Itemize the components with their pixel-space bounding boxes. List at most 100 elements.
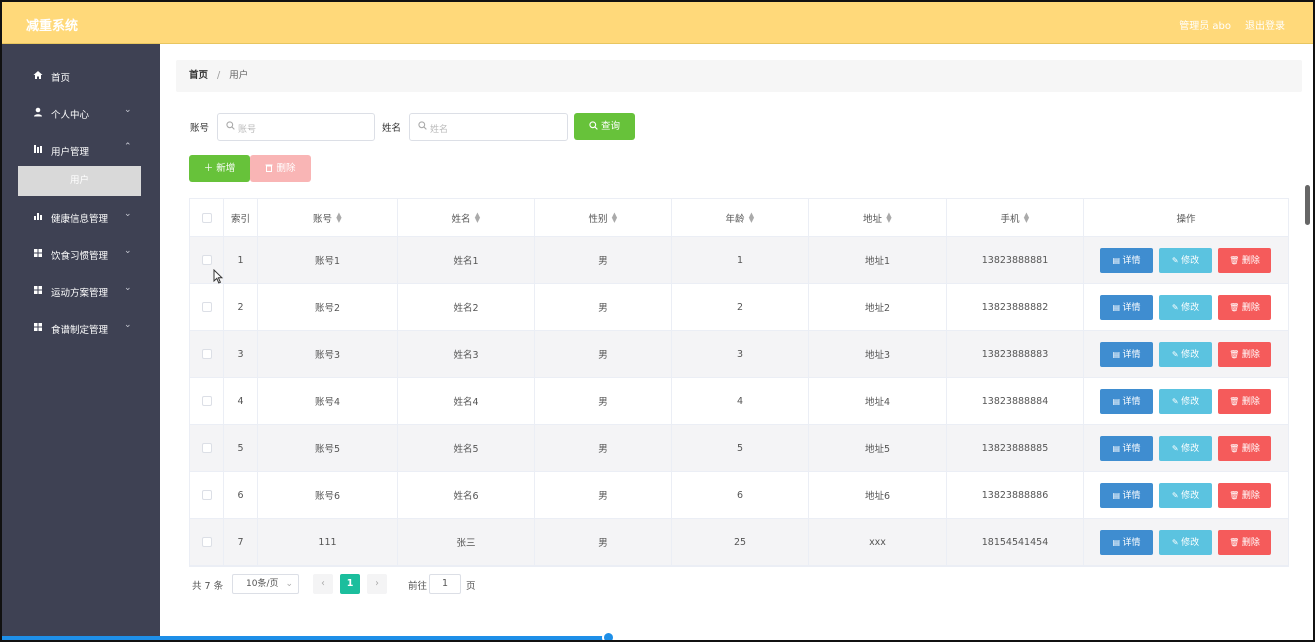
name-search-input[interactable]: 姓名 (409, 113, 568, 141)
checkbox[interactable] (201, 537, 212, 547)
sort-icon[interactable]: ▲ ▼ (749, 211, 755, 223)
edit-button[interactable]: ✎ 修改 (1159, 248, 1212, 273)
sort-icon[interactable]: ▲ ▼ (475, 211, 481, 223)
pencil-icon: ✎ (1171, 256, 1182, 265)
row-name: 姓名6 (398, 472, 535, 518)
row-name: 姓名4 (398, 378, 535, 424)
detail-button[interactable]: ▤ 详情 (1100, 530, 1153, 555)
prev-page-button[interactable]: ‹ (313, 574, 333, 594)
row-actions: ▤ 详情 ✎ 修改 🗑 删除 (1084, 237, 1288, 283)
header-index: 索引 (224, 199, 258, 236)
edit-button[interactable]: ✎ 修改 (1159, 436, 1212, 461)
row-select[interactable] (190, 472, 224, 518)
delete-button[interactable]: 🗑 删除 (1218, 530, 1271, 555)
row-gender: 男 (535, 519, 672, 565)
sort-icon[interactable]: ▲ ▼ (336, 211, 342, 223)
sort-icon[interactable]: ▲ ▼ (612, 211, 618, 223)
sidebar-item-profile[interactable]: 个人中心 ⌄ (2, 103, 160, 123)
edit-button[interactable]: ✎ 修改 (1159, 389, 1212, 414)
goto-suffix: 页 (466, 581, 476, 592)
sidebar-item-exercise-plan[interactable]: 运动方案管理 ⌄ (2, 281, 160, 301)
sidebar-item-home[interactable]: 首页 (2, 66, 160, 86)
document-icon: ▤ (1112, 397, 1123, 406)
grid-icon (33, 248, 43, 258)
delete-button[interactable]: 🗑 删除 (1218, 295, 1271, 320)
detail-button[interactable]: ▤ 详情 (1100, 483, 1153, 508)
row-phone: 18154541454 (947, 519, 1084, 565)
header-gender[interactable]: 性别 ▲ ▼ (535, 199, 672, 236)
edit-button[interactable]: ✎ 修改 (1159, 483, 1212, 508)
sidebar-subitem-users[interactable]: 用户 (18, 166, 141, 196)
batch-delete-button[interactable]: 删除 (250, 155, 311, 182)
next-page-button[interactable]: › (367, 574, 387, 594)
trash-icon: 🗑 (1229, 303, 1242, 312)
row-select[interactable] (190, 425, 224, 471)
row-select[interactable] (190, 331, 224, 377)
document-icon: ▤ (1112, 256, 1123, 265)
detail-button[interactable]: ▤ 详情 (1100, 436, 1153, 461)
row-select[interactable] (190, 284, 224, 330)
edit-button[interactable]: ✎ 修改 (1159, 342, 1212, 367)
table-row: 3 账号3 姓名3 男 3 地址3 13823888883 ▤ 详情 ✎ 修改 🗑 删除 (190, 331, 1288, 378)
checkbox[interactable] (201, 302, 212, 312)
query-button[interactable]: 查询 (574, 113, 635, 140)
logout-link[interactable]: 退出登录 (1245, 17, 1285, 32)
document-icon: ▤ (1112, 303, 1123, 312)
checkbox[interactable] (201, 255, 212, 265)
goto-page-input[interactable]: 1 (429, 574, 461, 594)
row-select[interactable] (190, 519, 224, 565)
account-search-input[interactable]: 账号 (217, 113, 375, 141)
delete-button[interactable]: 🗑 删除 (1218, 389, 1271, 414)
header-address[interactable]: 地址 ▲ ▼ (809, 199, 947, 236)
sort-icon[interactable]: ▲ ▼ (1024, 211, 1030, 223)
detail-button[interactable]: ▤ 详情 (1100, 248, 1153, 273)
pencil-icon: ✎ (1171, 444, 1182, 453)
detail-button[interactable]: ▤ 详情 (1100, 342, 1153, 367)
checkbox[interactable] (201, 212, 212, 223)
sidebar-item-health-info[interactable]: 健康信息管理 ⌄ (2, 207, 160, 227)
vertical-scrollbar[interactable] (1305, 185, 1310, 225)
breadcrumb-current: 用户 (229, 70, 249, 81)
row-phone: 13823888886 (947, 472, 1084, 518)
row-select[interactable] (190, 378, 224, 424)
row-name: 姓名2 (398, 284, 535, 330)
page-number-current[interactable]: 1 (340, 574, 360, 594)
row-age: 25 (672, 519, 809, 565)
header-age[interactable]: 年龄 ▲ ▼ (672, 199, 809, 236)
sidebar-item-recipe-plan[interactable]: 食谱制定管理 ⌄ (2, 318, 160, 338)
search-icon (418, 121, 427, 133)
sort-icon[interactable]: ▲ ▼ (886, 211, 892, 223)
row-account: 111 (258, 519, 398, 565)
row-index: 2 (224, 284, 258, 330)
chart-icon (33, 211, 43, 221)
delete-button[interactable]: 🗑 删除 (1218, 483, 1271, 508)
detail-button[interactable]: ▤ 详情 (1100, 295, 1153, 320)
edit-button[interactable]: ✎ 修改 (1159, 295, 1212, 320)
checkbox[interactable] (201, 396, 212, 406)
sidebar-item-user-management[interactable]: 用户管理 ⌃ (2, 140, 160, 160)
checkbox[interactable] (201, 443, 212, 453)
checkbox[interactable] (201, 490, 212, 500)
table-row: 6 账号6 姓名6 男 6 地址6 13823888886 ▤ 详情 ✎ 修改 🗑 删除 (190, 472, 1288, 519)
page-size-select[interactable]: 10条/页 ⌄ (232, 574, 299, 594)
search-icon (226, 121, 235, 133)
breadcrumb-home[interactable]: 首页 (189, 70, 208, 81)
row-account: 账号4 (258, 378, 398, 424)
detail-button[interactable]: ▤ 详情 (1100, 389, 1153, 414)
row-gender: 男 (535, 425, 672, 471)
delete-button[interactable]: 🗑 删除 (1218, 248, 1271, 273)
header-name[interactable]: 姓名 ▲ ▼ (398, 199, 535, 236)
row-phone: 13823888884 (947, 378, 1084, 424)
pencil-icon: ✎ (1171, 350, 1182, 359)
delete-button[interactable]: 🗑 删除 (1218, 342, 1271, 367)
checkbox[interactable] (201, 349, 212, 359)
header-phone[interactable]: 手机 ▲ ▼ (947, 199, 1084, 236)
sidebar-item-diet-habits[interactable]: 饮食习惯管理 ⌄ (2, 244, 160, 264)
progress-handle[interactable] (602, 631, 615, 640)
delete-button[interactable]: 🗑 删除 (1218, 436, 1271, 461)
edit-button[interactable]: ✎ 修改 (1159, 530, 1212, 555)
row-actions: ▤ 详情 ✎ 修改 🗑 删除 (1084, 331, 1288, 377)
header-select-all[interactable] (190, 199, 224, 236)
add-button[interactable]: ＋ 新增 (189, 155, 250, 182)
header-account[interactable]: 账号 ▲ ▼ (258, 199, 398, 236)
